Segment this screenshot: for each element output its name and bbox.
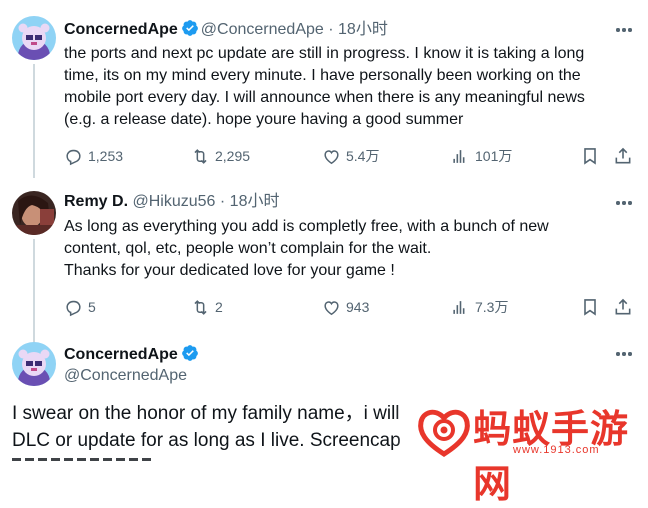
avatar-concernedape[interactable] bbox=[12, 16, 56, 60]
avatar-concernedape[interactable] bbox=[12, 342, 56, 386]
separator-dot: · bbox=[328, 21, 334, 38]
more-icon[interactable] bbox=[614, 20, 634, 40]
like-count: 5.4万 bbox=[346, 148, 380, 164]
handle[interactable]: @ConcernedApe bbox=[201, 21, 324, 38]
more-icon[interactable] bbox=[614, 193, 634, 213]
handle[interactable]: @ConcernedApe bbox=[64, 367, 187, 384]
views-icon bbox=[453, 149, 465, 163]
views-button[interactable]: 101万 bbox=[451, 145, 512, 167]
timestamp[interactable]: 18小时 bbox=[230, 193, 280, 210]
reply-button[interactable]: 1,253 bbox=[64, 145, 123, 167]
verified-badge-icon bbox=[181, 345, 198, 361]
tweet-2[interactable]: Remy D. @Hikuzu56 · 18小时 As long as ever… bbox=[0, 178, 648, 347]
like-count: 943 bbox=[346, 299, 370, 315]
tweet-text-line-1: I swear on the honor of my family name，i… bbox=[12, 403, 400, 424]
display-name[interactable]: Remy D. bbox=[64, 193, 128, 210]
repost-count: 2,295 bbox=[215, 148, 251, 164]
repost-button[interactable]: 2 bbox=[191, 296, 223, 318]
views-icon bbox=[453, 300, 465, 314]
thread-line bbox=[33, 64, 35, 178]
reply-button[interactable]: 5 bbox=[64, 296, 96, 318]
reply-icon bbox=[66, 300, 81, 316]
reply-count: 5 bbox=[88, 299, 96, 315]
repost-icon bbox=[194, 148, 207, 164]
display-name[interactable]: ConcernedApe bbox=[64, 21, 178, 38]
reply-count: 1,253 bbox=[88, 148, 124, 164]
thread-line bbox=[33, 239, 35, 347]
repost-count: 2 bbox=[215, 299, 223, 315]
like-button[interactable]: 5.4万 bbox=[322, 145, 379, 167]
tweet-header: ConcernedApe bbox=[64, 344, 201, 365]
bookmark-icon[interactable] bbox=[580, 297, 600, 322]
watermark: 蚂蚁手游网 www.1913.com bbox=[395, 398, 648, 506]
like-button[interactable]: 943 bbox=[322, 296, 369, 318]
bookmark-icon[interactable] bbox=[580, 146, 600, 171]
share-icon[interactable] bbox=[613, 297, 633, 322]
reply-icon bbox=[66, 149, 81, 165]
repost-icon bbox=[194, 299, 207, 315]
watermark-logo-icon bbox=[418, 409, 470, 457]
action-bar: 5 2 943 7.3万 bbox=[64, 296, 634, 318]
tweet-header: ConcernedApe @ConcernedApe · 18小时 bbox=[64, 19, 388, 40]
repost-button[interactable]: 2,295 bbox=[191, 145, 250, 167]
handle[interactable]: @Hikuzu56 bbox=[132, 193, 215, 210]
avatar-remy[interactable] bbox=[12, 191, 56, 235]
views-count: 101万 bbox=[475, 148, 513, 164]
watermark-url: www.1913.com bbox=[513, 444, 600, 456]
display-name[interactable]: ConcernedApe bbox=[64, 346, 178, 363]
handle-line: @ConcernedApe bbox=[64, 366, 187, 386]
like-icon bbox=[324, 149, 339, 164]
verified-badge-icon bbox=[181, 20, 198, 36]
more-icon[interactable] bbox=[614, 344, 634, 364]
share-icon[interactable] bbox=[613, 146, 633, 171]
timestamp[interactable]: 18小时 bbox=[338, 21, 388, 38]
tweet-text: the ports and next pc update are still i… bbox=[64, 45, 585, 128]
tweet-text: As long as everything you add is complet… bbox=[64, 218, 549, 279]
views-count: 7.3万 bbox=[475, 299, 509, 315]
separator-dot: · bbox=[219, 193, 226, 210]
tweet-text-line-3-cropped bbox=[12, 455, 152, 461]
tweet-text-line-2: DLC or update for as long as I live. Scr… bbox=[12, 430, 401, 451]
like-icon bbox=[324, 300, 339, 315]
views-button[interactable]: 7.3万 bbox=[451, 296, 508, 318]
action-bar: 1,253 2,295 5.4万 101万 bbox=[64, 145, 634, 167]
tweet-1[interactable]: ConcernedApe @ConcernedApe · 18小时 the por… bbox=[0, 0, 648, 178]
tweet-header: Remy D. @Hikuzu56 · 18小时 bbox=[64, 192, 279, 212]
